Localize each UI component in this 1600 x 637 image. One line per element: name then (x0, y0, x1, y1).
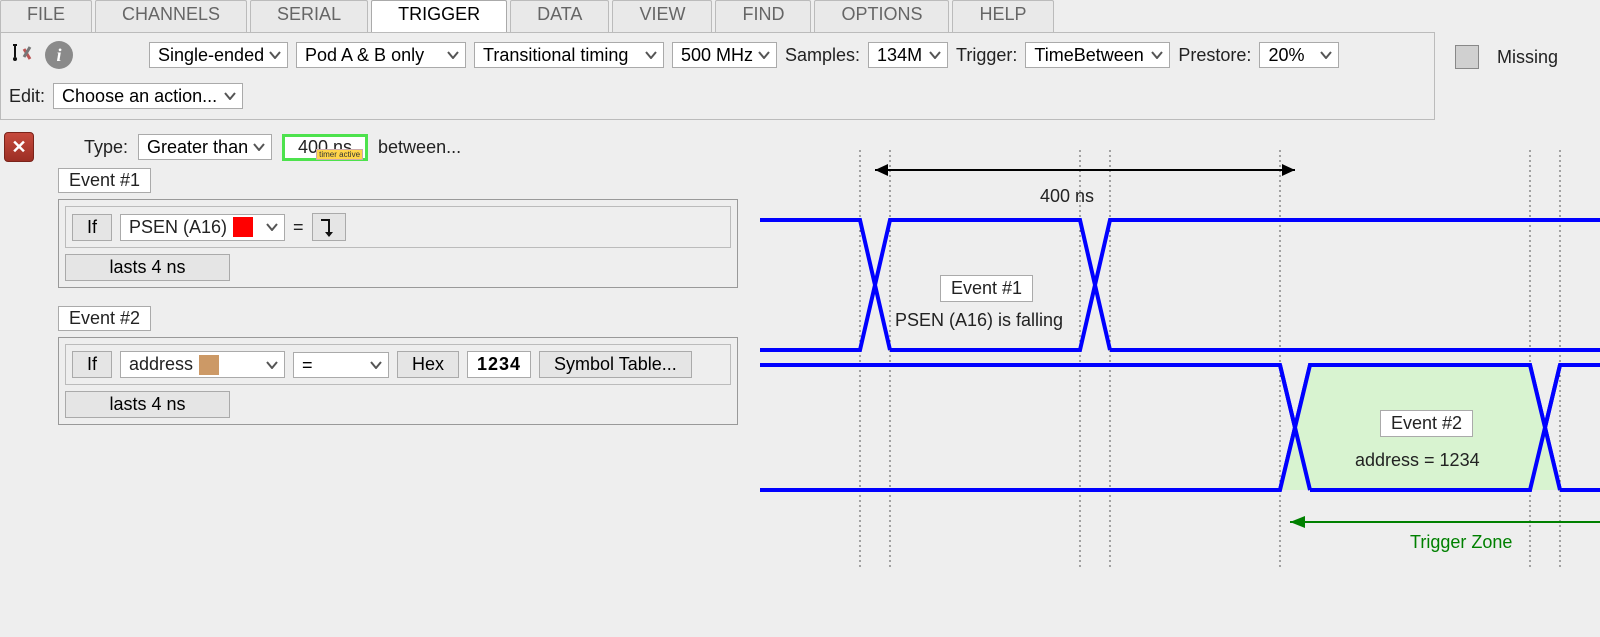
tab-help[interactable]: HELP (952, 0, 1053, 32)
event2-value-input[interactable] (467, 351, 531, 378)
mode-select[interactable]: Single-ended (149, 42, 288, 68)
missing-indicator (1455, 45, 1479, 69)
tab-serial[interactable]: SERIAL (250, 0, 368, 32)
diagram-e2-desc: address = 1234 (1355, 450, 1480, 471)
tab-view[interactable]: VIEW (612, 0, 712, 32)
info-icon[interactable]: i (45, 41, 73, 69)
event2-lasts-button[interactable]: lasts 4 ns (65, 391, 230, 418)
event2-symbol-button[interactable]: Symbol Table... (539, 351, 692, 378)
between-label: between... (378, 137, 461, 158)
event1-panel: If PSEN (A16) = lasts 4 ns (58, 199, 738, 288)
tab-find[interactable]: FIND (715, 0, 811, 32)
timing-select[interactable]: Transitional timing (474, 42, 664, 68)
diagram-e1-desc: PSEN (A16) is falling (895, 310, 1063, 331)
event2-signal-color (199, 355, 219, 375)
samples-label: Samples: (785, 45, 860, 66)
tab-data[interactable]: DATA (510, 0, 609, 32)
prestore-label: Prestore: (1178, 45, 1251, 66)
event1-lasts-button[interactable]: lasts 4 ns (65, 254, 230, 281)
tab-options[interactable]: OPTIONS (814, 0, 949, 32)
close-button[interactable]: ✕ (4, 132, 34, 162)
prestore-select[interactable]: 20% (1259, 42, 1339, 68)
event1-if-button[interactable]: If (72, 214, 112, 241)
trigger-label: Trigger: (956, 45, 1017, 66)
rate-select[interactable]: 500 MHz (672, 42, 777, 68)
diagram-span-label: 400 ns (1040, 186, 1094, 207)
samples-select[interactable]: 134M (868, 42, 948, 68)
diagram-e2-title: Event #2 (1380, 410, 1473, 437)
usb-tools-icon[interactable] (9, 41, 37, 69)
edit-label: Edit: (9, 86, 45, 107)
type-label: Type: (84, 137, 128, 158)
missing-label: Missing (1497, 47, 1558, 68)
event2-signal-text: address (129, 354, 193, 375)
event2-cmp-select[interactable]: = (293, 352, 389, 378)
event2-radix-button[interactable]: Hex (397, 351, 459, 378)
waveform-diagram: 400 ns Event #1 PSEN (A16) is falling Ev… (760, 150, 1600, 570)
tab-channels[interactable]: CHANNELS (95, 0, 247, 32)
falling-edge-icon (319, 216, 339, 238)
event1-title: Event #1 (58, 168, 151, 193)
diagram-e1-title: Event #1 (940, 275, 1033, 302)
tab-trigger[interactable]: TRIGGER (371, 0, 507, 32)
event1-signal-select[interactable]: PSEN (A16) (120, 214, 285, 241)
event2-signal-select[interactable]: address (120, 351, 285, 378)
comparator-select[interactable]: Greater than (138, 134, 272, 160)
time-value-input[interactable]: 400 ns timer active (282, 134, 368, 161)
event1-signal-color (233, 217, 253, 237)
edit-action-select[interactable]: Choose an action... (53, 83, 243, 109)
timer-active-badge: timer active (316, 149, 363, 160)
event1-edge-button[interactable] (312, 213, 346, 241)
event1-eq: = (293, 217, 304, 238)
event2-if-button[interactable]: If (72, 351, 112, 378)
waveform-svg (760, 150, 1600, 570)
toolbar: i Single-ended Pod A & B only Transition… (0, 32, 1435, 120)
tab-bar: FILE CHANNELS SERIAL TRIGGER DATA VIEW F… (0, 0, 1600, 32)
tab-file[interactable]: FILE (0, 0, 92, 32)
diagram-trigger-zone-label: Trigger Zone (1410, 532, 1512, 553)
event2-panel: If address = Hex Symbol Table... lasts 4… (58, 337, 738, 425)
trigger-select[interactable]: TimeBetween (1025, 42, 1170, 68)
event2-title: Event #2 (58, 306, 151, 331)
event1-signal-text: PSEN (A16) (129, 217, 227, 238)
pod-select[interactable]: Pod A & B only (296, 42, 466, 68)
